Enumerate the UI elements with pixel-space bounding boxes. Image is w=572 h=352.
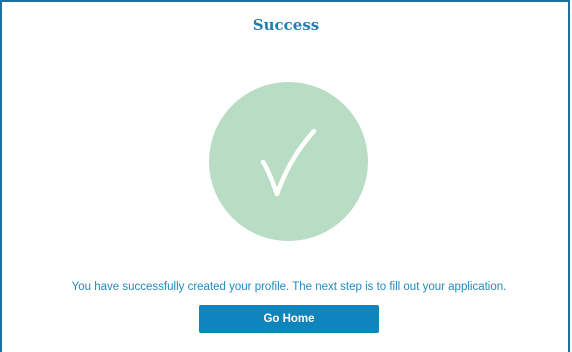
go-home-button[interactable]: Go Home <box>199 305 379 333</box>
checkmark-icon <box>260 128 317 197</box>
dialog-title: Success <box>252 16 320 34</box>
success-circle <box>209 82 368 241</box>
success-message: You have successfully created your profi… <box>71 281 507 293</box>
